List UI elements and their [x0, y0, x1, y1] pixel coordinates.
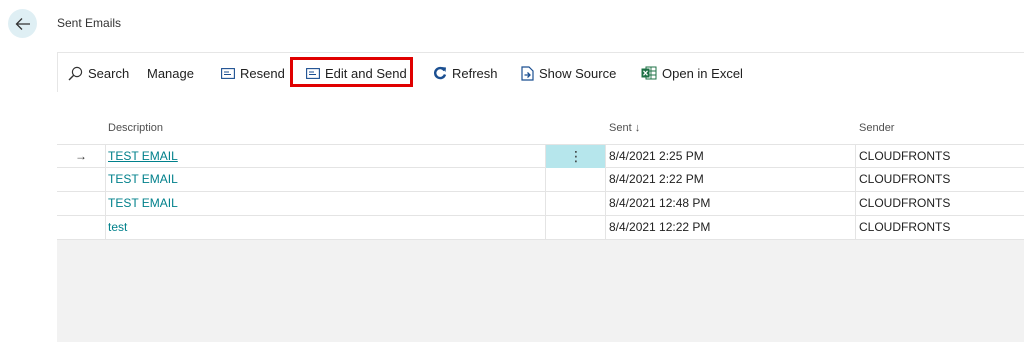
- excel-icon: [641, 66, 657, 80]
- refresh-label: Refresh: [452, 65, 498, 81]
- back-button[interactable]: [8, 9, 37, 38]
- page-title: Sent Emails: [57, 16, 122, 30]
- sent-cell: 8/4/2021 2:25 PM: [605, 145, 859, 168]
- manage-button[interactable]: Manage: [147, 65, 194, 81]
- action-bar: Search Manage Resend Edit and Send Refre…: [57, 52, 1024, 92]
- open-in-excel-button[interactable]: Open in Excel: [641, 65, 743, 81]
- sender-cell: CLOUDFRONTS: [855, 168, 1024, 191]
- search-button[interactable]: Search: [68, 65, 129, 81]
- search-icon: [68, 66, 83, 80]
- sent-cell: 8/4/2021 2:22 PM: [605, 168, 859, 191]
- highlight-box: [290, 57, 413, 87]
- sort-descending-icon: ↓: [634, 122, 641, 134]
- sent-cell: 8/4/2021 12:48 PM: [605, 192, 859, 215]
- description-link[interactable]: TEST EMAIL: [106, 145, 594, 168]
- row-menu-cell[interactable]: [545, 216, 606, 239]
- row-menu-cell[interactable]: [545, 192, 606, 215]
- arrow-left-icon: [15, 17, 30, 30]
- sender-cell: CLOUDFRONTS: [855, 145, 1024, 168]
- arrow-right-icon: →: [57, 145, 106, 168]
- document-arrow-icon: [521, 65, 534, 81]
- table-row[interactable]: TEST EMAIL 8/4/2021 2:22 PM CLOUDFRONTS: [57, 168, 1024, 192]
- table-row[interactable]: → TEST EMAIL ⋮ 8/4/2021 2:25 PM CLOUDFRO…: [57, 144, 1024, 168]
- column-header-sent-label: Sent: [609, 122, 632, 134]
- description-link[interactable]: TEST EMAIL: [106, 192, 594, 215]
- show-source-button[interactable]: Show Source: [521, 65, 616, 81]
- refresh-icon: [434, 66, 447, 80]
- description-link[interactable]: test: [106, 216, 594, 239]
- column-header-sender[interactable]: Sender: [859, 122, 894, 134]
- sent-cell: 8/4/2021 12:22 PM: [605, 216, 859, 239]
- row-indicator-cell: [57, 192, 106, 215]
- table-row[interactable]: TEST EMAIL 8/4/2021 12:48 PM CLOUDFRONTS: [57, 192, 1024, 216]
- sender-cell: CLOUDFRONTS: [855, 192, 1024, 215]
- column-header-sent[interactable]: Sent ↓: [609, 122, 640, 134]
- grid-header: Description Sent ↓ Sender: [57, 115, 1024, 144]
- row-indicator-cell: [57, 168, 106, 191]
- grid-body: → TEST EMAIL ⋮ 8/4/2021 2:25 PM CLOUDFRO…: [57, 144, 1024, 240]
- show-source-label: Show Source: [539, 65, 617, 81]
- sender-cell: CLOUDFRONTS: [855, 216, 1024, 239]
- sent-emails-grid: Description Sent ↓ Sender → TEST EMAIL ⋮…: [57, 115, 1024, 342]
- description-link[interactable]: TEST EMAIL: [106, 168, 594, 191]
- table-row[interactable]: test 8/4/2021 12:22 PM CLOUDFRONTS: [57, 216, 1024, 240]
- refresh-button[interactable]: Refresh: [433, 65, 498, 81]
- row-indicator-cell: [57, 216, 106, 239]
- row-menu-cell[interactable]: [545, 168, 606, 191]
- more-vertical-icon[interactable]: ⋮: [545, 145, 606, 168]
- manage-label: Manage: [147, 65, 194, 81]
- resend-label: Resend: [240, 65, 285, 81]
- column-header-description[interactable]: Description: [108, 122, 163, 134]
- mail-card-icon: [221, 67, 235, 79]
- resend-button[interactable]: Resend: [221, 65, 285, 81]
- search-label: Search: [88, 65, 130, 81]
- open-in-excel-label: Open in Excel: [662, 65, 743, 81]
